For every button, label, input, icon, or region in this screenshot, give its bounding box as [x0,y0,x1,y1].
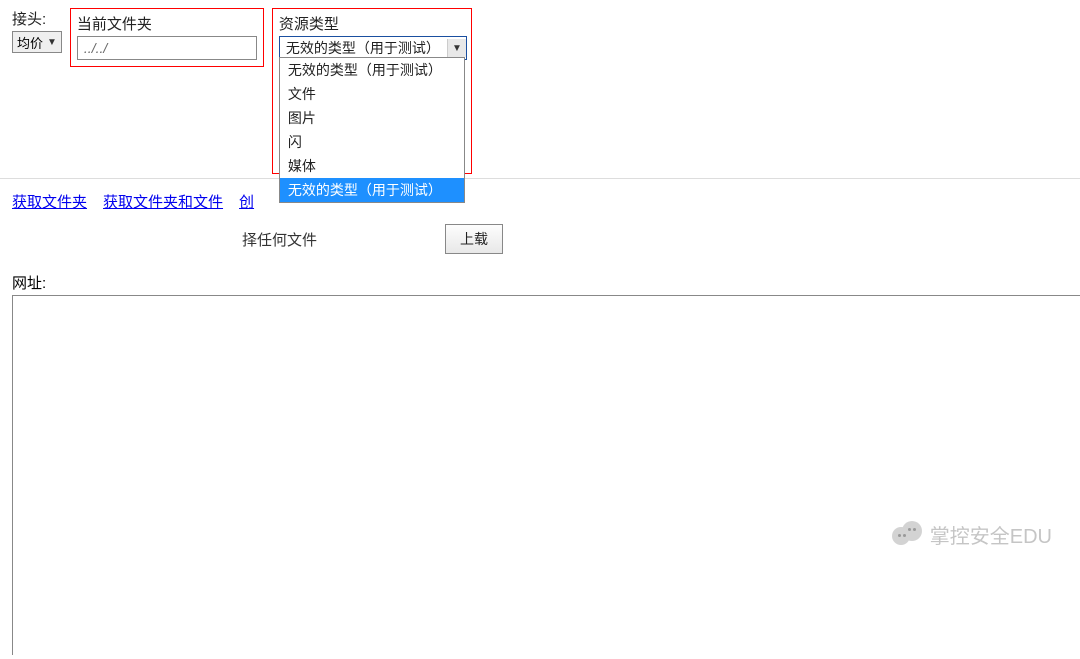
url-textarea[interactable] [12,295,1080,655]
resource-type-dropdown[interactable]: 无效的类型（用于测试） 文件 图片 闪 媒体 无效的类型（用于测试） [279,57,465,203]
connector-value: 均价 [17,33,43,52]
dropdown-option[interactable]: 无效的类型（用于测试） [280,58,464,82]
url-label: 网址: [0,260,1080,295]
resource-type-label: 资源类型 [279,13,465,34]
file-choose-hint: 择任何文件 [242,229,317,250]
current-folder-input[interactable] [77,36,257,60]
connector-select[interactable]: 均价 ▼ [12,31,62,53]
chevron-down-icon: ▼ [447,39,466,57]
watermark: 掌控安全EDU [892,519,1052,549]
upload-button[interactable]: 上载 [445,224,503,254]
dropdown-option[interactable]: 图片 [280,106,464,130]
dropdown-option-selected[interactable]: 无效的类型（用于测试） [280,178,464,202]
dropdown-option[interactable]: 文件 [280,82,464,106]
dropdown-option[interactable]: 闪 [280,130,464,154]
action-links-row: 获取文件夹 获取文件夹和文件 创 [0,179,1080,218]
get-folders-files-link[interactable]: 获取文件夹和文件 [103,191,223,212]
current-folder-group: 当前文件夹 [70,8,264,67]
watermark-text: 掌控安全EDU [930,520,1052,549]
resource-type-group: 资源类型 无效的类型（用于测试） ▼ 无效的类型（用于测试） 文件 图片 闪 媒… [272,8,472,174]
resource-type-value: 无效的类型（用于测试） [286,38,440,58]
create-link-partial[interactable]: 创 [239,191,254,212]
chevron-down-icon: ▼ [47,37,57,48]
file-upload-row: 择任何文件 上载 [0,218,1080,260]
top-controls-row: 接头: 均价 ▼ 当前文件夹 资源类型 无效的类型（用于测试） ▼ 无效的类型（… [0,0,1080,179]
dropdown-option[interactable]: 媒体 [280,154,464,178]
connector-group: 接头: 均价 ▼ [12,8,62,53]
wechat-icon [892,519,922,549]
connector-label: 接头: [12,8,62,29]
get-folders-link[interactable]: 获取文件夹 [12,191,87,212]
current-folder-label: 当前文件夹 [77,13,257,34]
